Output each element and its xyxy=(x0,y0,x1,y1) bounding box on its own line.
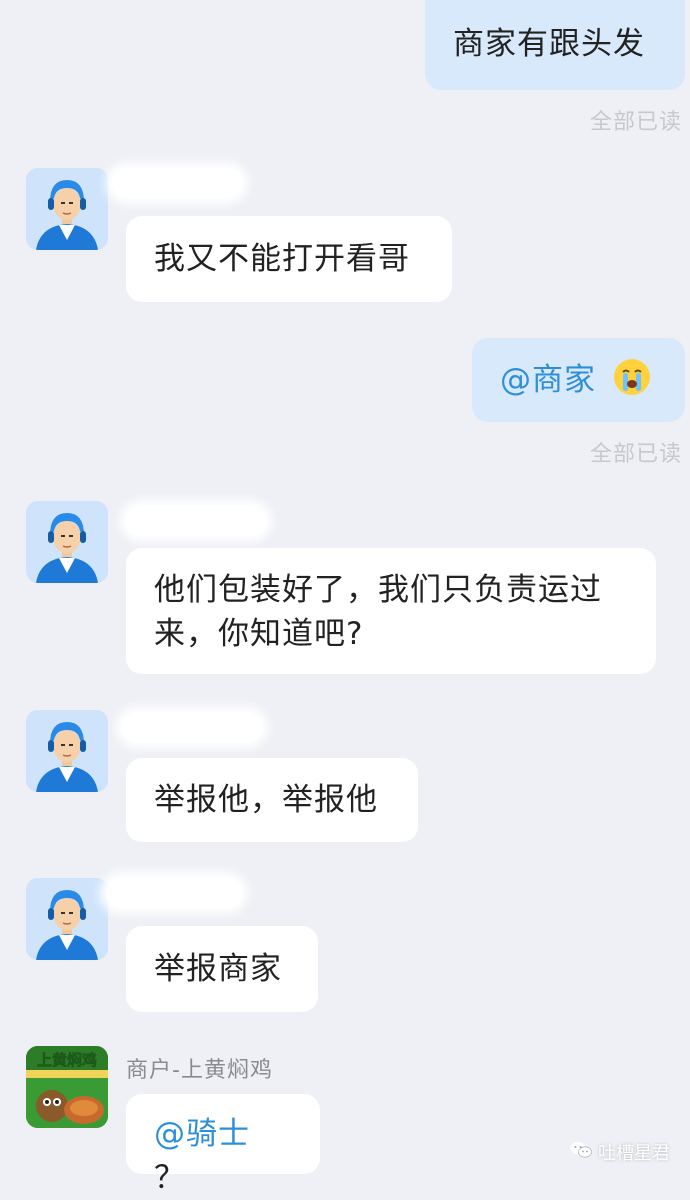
merchant-logo-avatar-icon[interactable]: 上黄焖鸡 xyxy=(26,1046,108,1128)
message-text: ？ xyxy=(154,1160,186,1196)
mention-link[interactable]: @骑士 xyxy=(154,1116,250,1152)
incoming-message-bubble[interactable]: 我又不能打开看哥 xyxy=(126,216,452,302)
message-text-line: 他们包装好了，我们只负责运过 xyxy=(154,572,602,608)
outgoing-message-bubble[interactable]: @商家 xyxy=(472,338,685,422)
incoming-message-bubble[interactable]: 他们包装好了，我们只负责运过 来，你知道吧? xyxy=(126,548,656,674)
redacted-sender-name xyxy=(122,712,262,742)
rider-avatar-icon[interactable] xyxy=(26,710,108,792)
watermark-text: 吐槽星君 xyxy=(598,1143,670,1164)
watermark: 吐槽星君 xyxy=(570,1139,670,1165)
redacted-sender-name xyxy=(106,878,242,908)
incoming-message-bubble[interactable]: 举报他，举报他 xyxy=(126,758,418,842)
redacted-sender-name xyxy=(112,168,242,198)
outgoing-message-bubble[interactable]: 商家有跟头发 xyxy=(425,0,685,90)
mention-link[interactable]: @商家 xyxy=(500,362,596,398)
crying-face-emoji-icon xyxy=(613,358,651,396)
merchant-logo-text: 上黄焖鸡 xyxy=(37,1051,97,1069)
wechat-icon xyxy=(570,1141,592,1164)
read-receipt: 全部已读 xyxy=(589,110,682,135)
sender-name: 商户-上黄焖鸡 xyxy=(126,1058,273,1083)
rider-avatar-icon[interactable] xyxy=(26,501,108,583)
rider-avatar-icon[interactable] xyxy=(26,878,108,960)
incoming-message-bubble[interactable]: @骑士 ？ xyxy=(126,1094,320,1196)
message-text-line: 来，你知道吧? xyxy=(154,616,364,652)
rider-avatar-icon[interactable] xyxy=(26,168,108,250)
redacted-sender-name xyxy=(126,506,266,536)
read-receipt: 全部已读 xyxy=(589,442,682,467)
chat-view: 商家有跟头发 全部已读 我又不能打开看哥 @商家 全部已读 他们包装好了，我们只… xyxy=(0,0,690,1196)
message-text: 商家有跟头发 xyxy=(453,26,645,62)
message-text: 举报商家 xyxy=(154,951,282,987)
message-text: 我又不能打开看哥 xyxy=(154,241,410,277)
message-text: 举报他，举报他 xyxy=(154,782,378,818)
incoming-message-bubble[interactable]: 举报商家 xyxy=(126,926,318,1012)
